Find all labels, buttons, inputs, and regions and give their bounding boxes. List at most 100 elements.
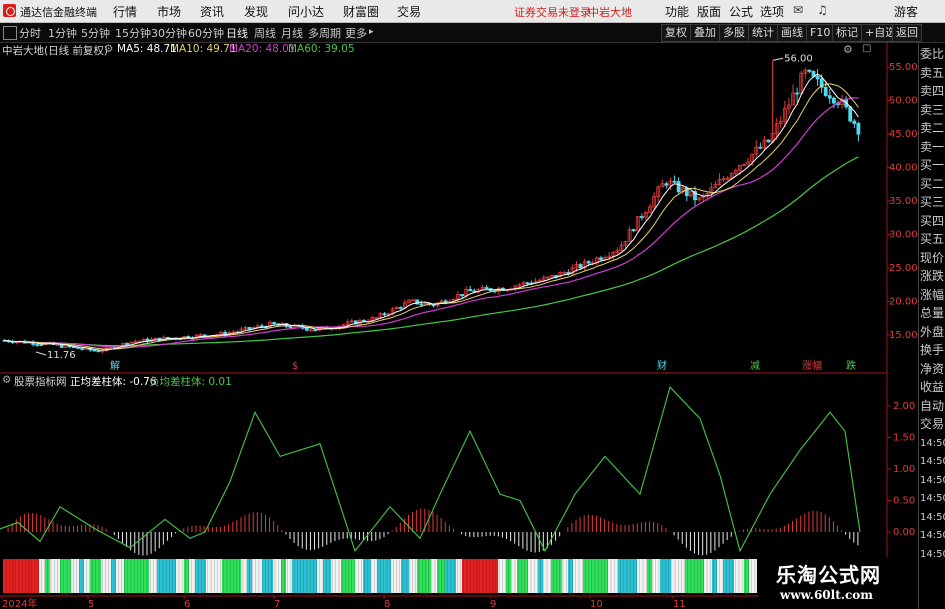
biaoji-button[interactable]: 标记 — [832, 24, 862, 42]
menu-faxian[interactable]: 发现 — [244, 3, 268, 20]
menu-gongshi[interactable]: 公式 — [729, 3, 753, 20]
side-item-1[interactable]: 卖五 — [920, 65, 945, 82]
side-item-11[interactable]: 现价 — [920, 250, 945, 267]
back-button[interactable]: 返回 — [892, 24, 922, 42]
app-logo-icon — [3, 4, 16, 17]
period-5min[interactable]: 5分钟 — [81, 25, 110, 41]
kline-chart[interactable]: 55.0050.0045.0040.0035.0030.0025.0020.00… — [0, 43, 918, 609]
menu-wenxiaoda[interactable]: 问小达 — [288, 3, 324, 20]
side-item-27[interactable]: 14:50 — [920, 546, 945, 563]
period-30min[interactable]: 30分钟 — [151, 25, 187, 41]
side-item-4[interactable]: 卖二 — [920, 120, 945, 137]
signal-block — [608, 559, 618, 593]
period-fenshi[interactable]: 分时 — [19, 25, 41, 41]
side-item-17[interactable]: 净资 — [920, 361, 945, 378]
period-15min[interactable]: 15分钟 — [115, 25, 151, 41]
period-1min[interactable]: 1分钟 — [48, 25, 77, 41]
signal-block — [157, 559, 165, 593]
candle-body — [39, 344, 44, 346]
menu-jiaoyi[interactable]: 交易 — [397, 3, 421, 20]
signal-block — [252, 559, 262, 593]
price-label: 45.00 — [889, 129, 918, 140]
f10-button[interactable]: F10 — [806, 24, 835, 42]
signal-block — [652, 559, 660, 593]
period-toolbar: 分时 1分钟 5分钟 15分钟 30分钟 60分钟 日线 周线 月线 多周期 更… — [0, 23, 945, 43]
signal-block — [262, 559, 273, 593]
candle-body — [766, 139, 771, 143]
period-more[interactable]: 更多 — [345, 25, 367, 41]
signal-block — [626, 559, 637, 593]
date-axis-label: 2024年 — [2, 597, 37, 609]
menu-shichang[interactable]: 市场 — [157, 3, 181, 20]
period-weekly[interactable]: 周线 — [254, 25, 276, 41]
bell-icon[interactable]: ♫ — [817, 3, 828, 17]
side-item-9[interactable]: 买四 — [920, 213, 945, 230]
period-multi[interactable]: 多周期 — [308, 25, 341, 41]
duogu-button[interactable]: 多股 — [719, 24, 749, 42]
side-item-8[interactable]: 买三 — [920, 194, 945, 211]
event-mark[interactable]: $ — [292, 361, 298, 372]
side-item-3[interactable]: 卖三 — [920, 102, 945, 119]
message-icon[interactable]: ✉ — [793, 3, 803, 17]
low-marker-line — [35, 351, 47, 356]
event-mark[interactable]: 涨幅 — [802, 359, 822, 372]
side-item-6[interactable]: 买一 — [920, 157, 945, 174]
side-item-7[interactable]: 买二 — [920, 176, 945, 193]
menu-hangqing[interactable]: 行情 — [113, 3, 137, 20]
event-mark[interactable]: 财 — [657, 359, 667, 372]
menu-caifuquan[interactable]: 财富圈 — [343, 3, 379, 20]
candle-body — [795, 92, 800, 95]
side-item-18[interactable]: 收益 — [920, 379, 945, 396]
candle-body — [664, 183, 669, 186]
side-item-15[interactable]: 外盘 — [920, 324, 945, 341]
ma5-line — [4, 73, 859, 351]
side-item-0[interactable]: 委比 — [920, 46, 945, 63]
side-item-21[interactable]: 14:50 — [920, 435, 945, 452]
grid-toggle-icon[interactable] — [3, 26, 17, 40]
login-status[interactable]: 证券交易未登录 — [514, 4, 591, 20]
quote-side-panel: 委比卖五 卖四卖三 卖二卖一 买一买二 买三买四 买五现价 涨跌涨幅 总量外盘 换手净资 收益自动… — [918, 43, 945, 609]
menu-zixun[interactable]: 资讯 — [200, 3, 224, 20]
side-item-10[interactable]: 买五 — [920, 231, 945, 248]
side-item-5[interactable]: 卖一 — [920, 139, 945, 156]
huaxian-button[interactable]: 画线 — [777, 24, 807, 42]
side-item-12[interactable]: 涨跌 — [920, 268, 945, 285]
more-chevron-icon[interactable]: ▸ — [369, 27, 374, 37]
event-mark[interactable]: 跌 — [846, 359, 856, 372]
side-item-14[interactable]: 总量 — [920, 305, 945, 322]
menu-banmian[interactable]: 版面 — [697, 3, 721, 20]
signal-block — [84, 559, 90, 593]
side-item-24[interactable]: 14:50 — [920, 490, 945, 507]
side-item-19[interactable]: 自动 — [920, 398, 945, 415]
period-monthly[interactable]: 月线 — [281, 25, 303, 41]
period-daily[interactable]: 日线 — [226, 25, 248, 41]
sub-axis-label: 0.50 — [893, 496, 915, 507]
sub-settings-icon[interactable]: ⚙ — [2, 374, 11, 386]
signal-block — [486, 559, 498, 593]
signal-block — [45, 559, 50, 593]
menu-gongneng[interactable]: 功能 — [665, 3, 689, 20]
tongji-button[interactable]: 统计 — [748, 24, 778, 42]
candle-body — [35, 344, 40, 346]
event-mark[interactable]: 减 — [750, 360, 760, 372]
event-mark[interactable]: 解 — [110, 359, 120, 372]
side-item-20[interactable]: 交易 — [920, 416, 945, 433]
side-item-13[interactable]: 涨幅 — [920, 287, 945, 304]
menu-xuanxiang[interactable]: 选项 — [760, 3, 784, 20]
signal-block — [165, 559, 176, 593]
side-item-2[interactable]: 卖四 — [920, 83, 945, 100]
side-item-22[interactable]: 14:50 — [920, 453, 945, 470]
side-item-26[interactable]: 14:50 — [920, 527, 945, 544]
period-60min[interactable]: 60分钟 — [188, 25, 224, 41]
side-item-16[interactable]: 换手 — [920, 342, 945, 359]
side-item-23[interactable]: 14:50 — [920, 472, 945, 489]
side-item-25[interactable]: 14:50 — [920, 509, 945, 526]
diejia-button[interactable]: 叠加 — [690, 24, 720, 42]
guest-label[interactable]: 游客 — [894, 3, 918, 20]
price-label: 25.00 — [889, 263, 918, 274]
signal-block — [693, 559, 704, 593]
signal-block — [474, 559, 486, 593]
fuquan-button[interactable]: 复权 — [661, 24, 691, 42]
signal-block — [101, 559, 111, 593]
watermark-title: 乐淘公式网 — [776, 563, 881, 587]
